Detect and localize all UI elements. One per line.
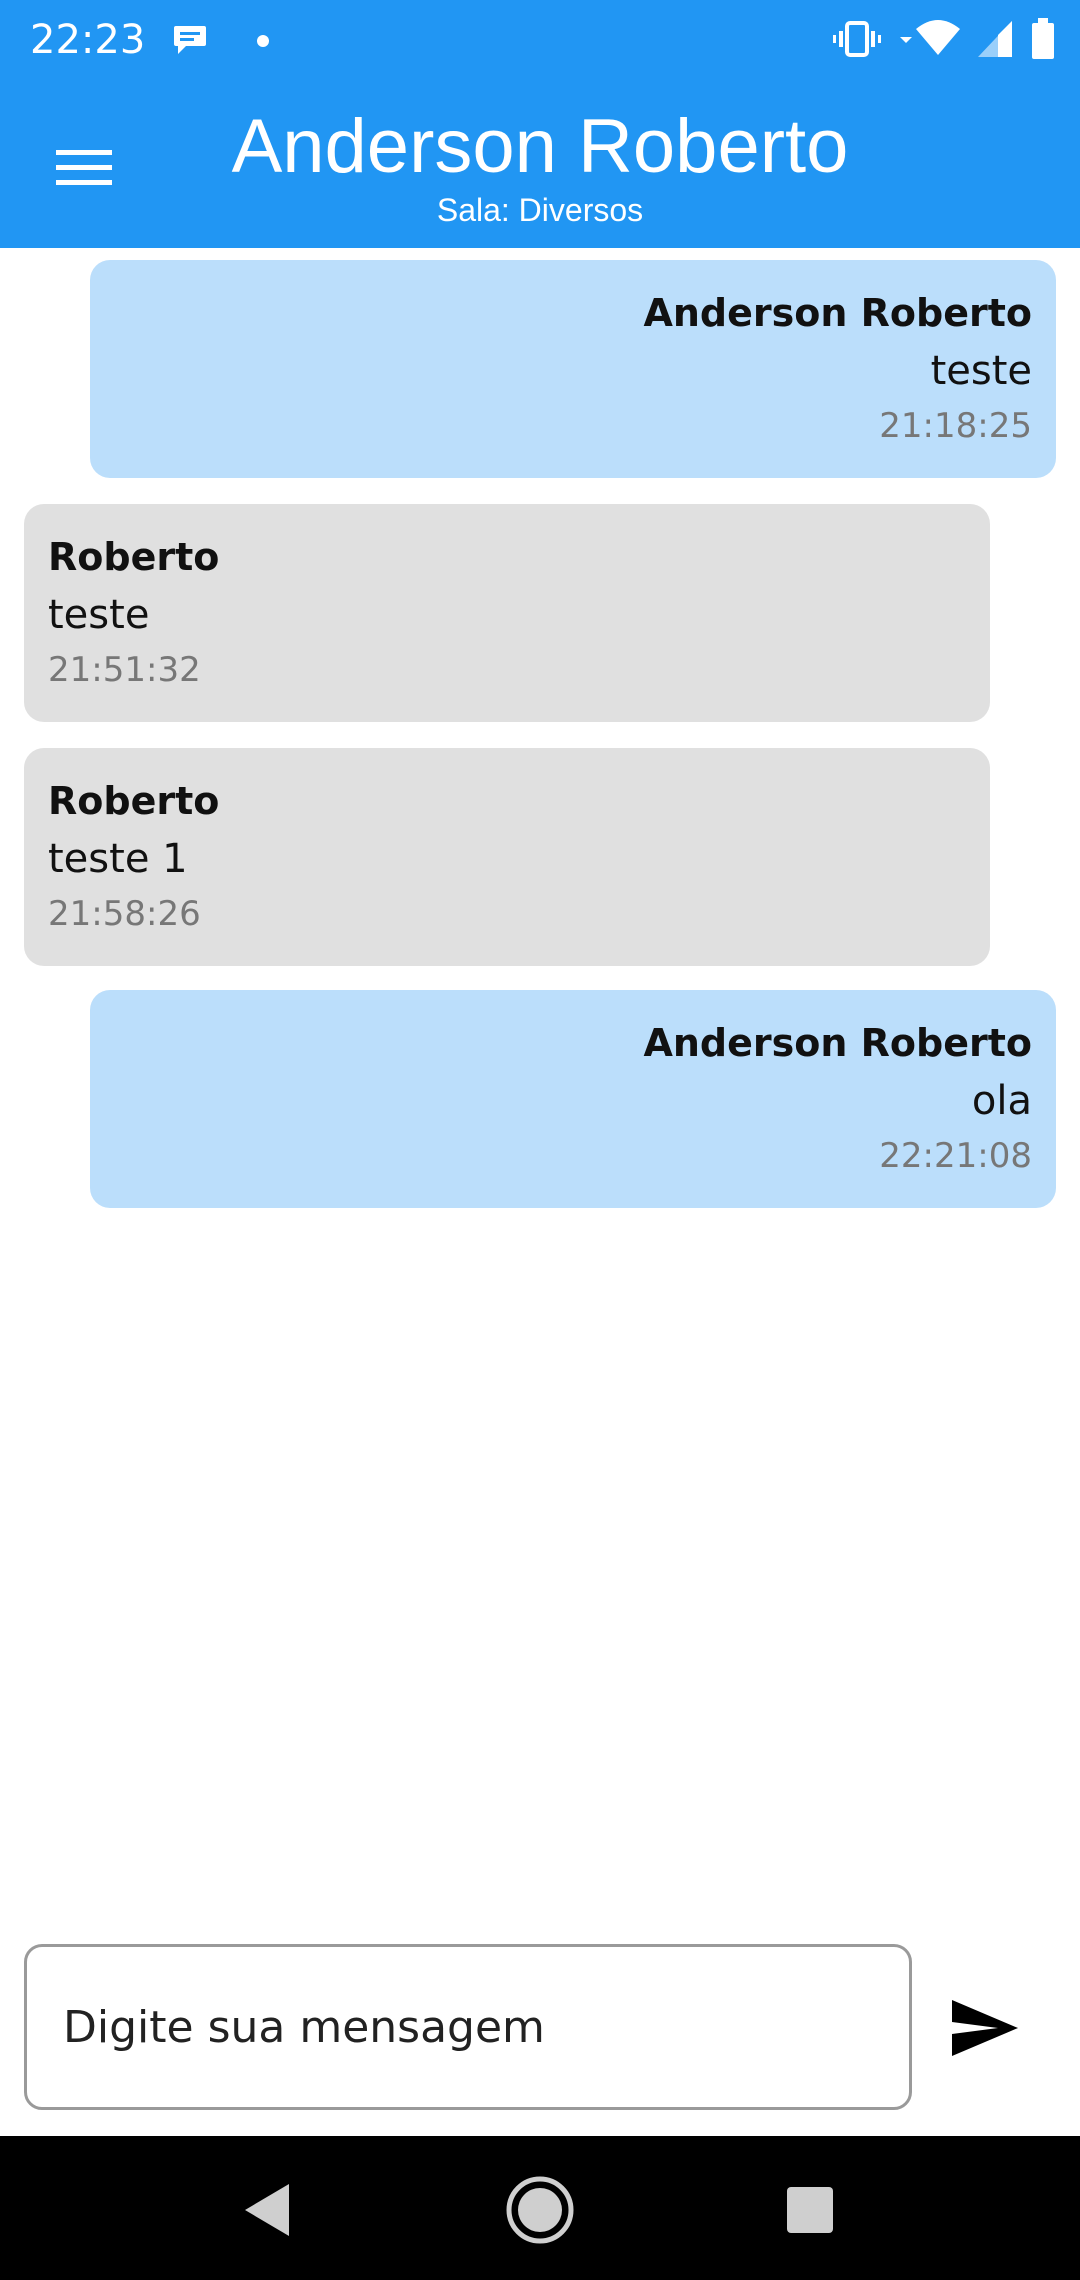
dot-icon xyxy=(256,33,270,52)
battery-icon xyxy=(1030,18,1056,64)
home-icon xyxy=(505,2175,575,2249)
room-subtitle: Sala: Diversos xyxy=(436,192,644,228)
message-time: 21:58:26 xyxy=(48,894,201,934)
chat-bubble-icon xyxy=(170,20,210,64)
message-bubble-incoming: Roberto teste 1 21:58:26 xyxy=(24,748,990,966)
message-text: teste 1 xyxy=(48,836,188,882)
wifi-icon xyxy=(896,19,962,63)
message-bubble-incoming: Roberto teste 21:51:32 xyxy=(24,504,990,722)
home-button[interactable] xyxy=(500,2172,580,2252)
message-author: Anderson Roberto xyxy=(643,291,1032,335)
message-time: 22:21:08 xyxy=(879,1136,1032,1176)
signal-icon xyxy=(976,19,1016,63)
recents-icon xyxy=(785,2185,835,2239)
back-button[interactable] xyxy=(228,2172,308,2252)
chat-screen: 22:23 Anderson Roberto Sala: Diversos An… xyxy=(0,0,1080,2280)
message-time: 21:18:25 xyxy=(879,406,1032,446)
status-notification-icons xyxy=(170,20,270,64)
message-author: Roberto xyxy=(48,779,220,823)
message-list: Anderson Roberto teste 21:18:25 Roberto … xyxy=(0,248,1080,1928)
vibrate-icon xyxy=(832,19,882,63)
message-input[interactable] xyxy=(61,2000,909,2054)
page-title: Anderson Roberto xyxy=(231,104,849,189)
message-time: 21:51:32 xyxy=(48,650,201,690)
message-author: Anderson Roberto xyxy=(643,1021,1032,1065)
message-text: ola xyxy=(971,1078,1032,1124)
message-text: teste xyxy=(48,592,150,638)
message-bubble-outgoing: Anderson Roberto teste 21:18:25 xyxy=(90,260,1056,478)
message-input-container xyxy=(24,1944,912,2110)
message-bubble-outgoing: Anderson Roberto ola 22:21:08 xyxy=(90,990,1056,1208)
system-nav-bar xyxy=(0,2136,1080,2280)
send-button[interactable] xyxy=(940,1985,1030,2075)
status-bar: 22:23 xyxy=(0,0,1080,80)
message-text: teste xyxy=(930,348,1032,394)
message-author: Roberto xyxy=(48,535,220,579)
status-system-icons xyxy=(832,18,1056,64)
status-time: 22:23 xyxy=(30,17,146,63)
recents-button[interactable] xyxy=(770,2172,850,2252)
app-bar: Anderson Roberto Sala: Diversos xyxy=(0,80,1080,248)
back-icon xyxy=(243,2182,293,2242)
send-icon xyxy=(950,1998,1020,2062)
